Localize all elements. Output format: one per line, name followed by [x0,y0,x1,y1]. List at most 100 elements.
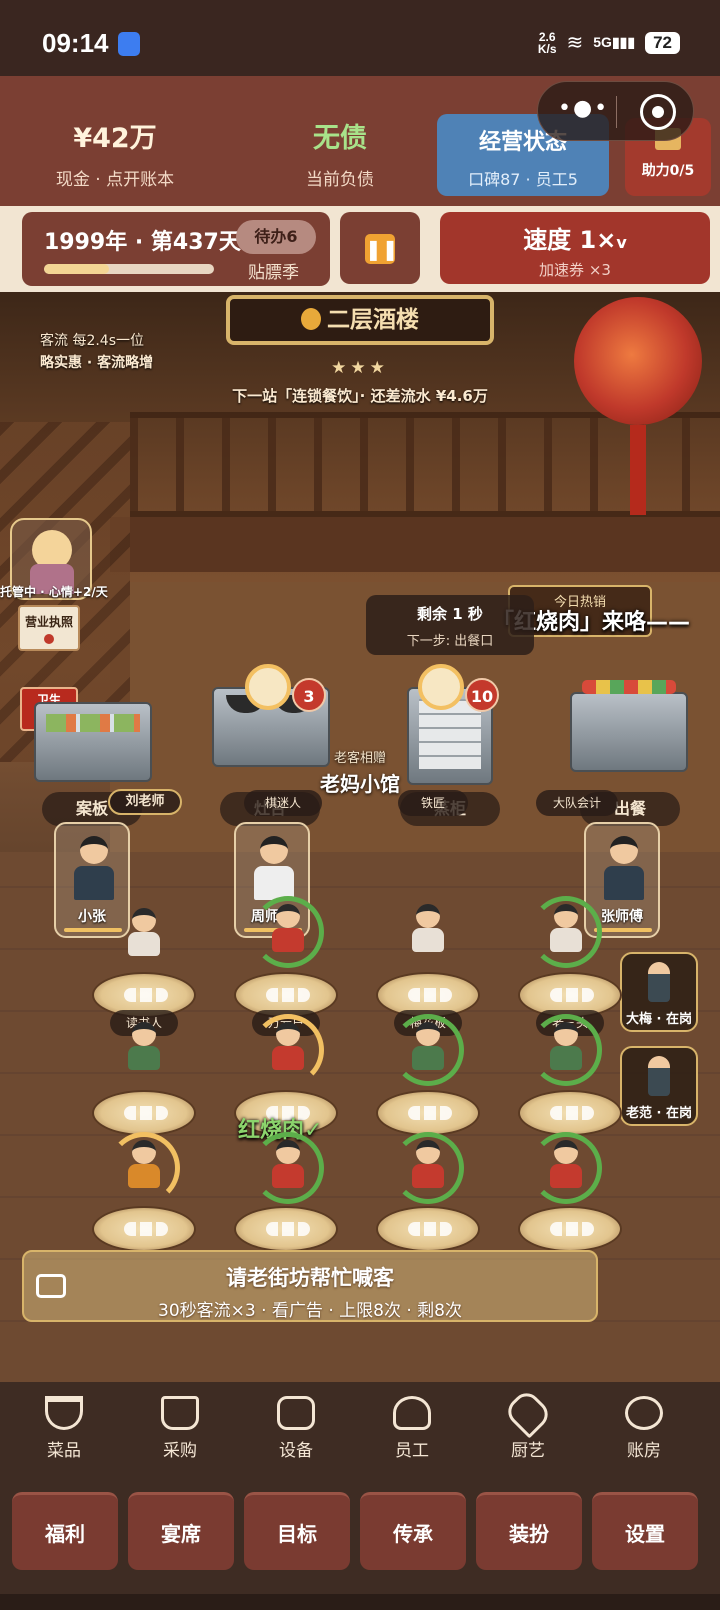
tab-equipment[interactable]: 设备 [238,1390,354,1470]
staff-body [254,866,294,900]
tab-cooking-skill[interactable]: 厨艺 [470,1387,586,1470]
goals-button[interactable]: 目标 [244,1492,350,1570]
speed-button[interactable]: 速度 1×v 加速券 ×3 [440,212,710,284]
staff-body [604,866,644,900]
guest-head [132,1022,156,1046]
business-license[interactable]: 营业执照 [18,605,80,651]
more-icon[interactable]: •●• [558,96,609,121]
chef-label-4: 大队会计 [536,790,618,816]
bottom-nav: 菜品 采购 设备 员工 厨艺 账房 福利 宴席 目标 传承 装扮 设置 [0,1382,720,1610]
status-bar: 09:14 2.6 K/s ≋ 5G▮▮▮ 72 [0,0,720,76]
guest[interactable] [124,908,164,958]
tab-label: 菜品 [47,1441,81,1461]
inheritance-button[interactable]: 传承 [360,1492,466,1570]
cutting-board-station[interactable] [34,702,152,782]
dining-table[interactable] [376,1090,480,1136]
debt-stat[interactable]: 无债 当前负债 [280,116,400,190]
season-label: 贴膘季 [248,263,299,283]
pause-button[interactable]: ❚❚ [340,212,420,284]
call-customers-ad-button[interactable]: 请老街坊帮忙喊客 30秒客流×3 · 看广告 · 上限8次 · 剩8次 [22,1250,598,1322]
guest-body [550,1164,582,1188]
guest[interactable] [408,1022,448,1072]
floor-beam [110,517,720,572]
tab-label: 账房 [627,1441,661,1461]
banquet-button[interactable]: 宴席 [128,1492,234,1570]
dining-table[interactable] [376,1206,480,1252]
guest-body [550,1046,582,1070]
guest[interactable] [408,904,448,954]
bowl-icon [45,1396,83,1430]
staff-head [80,836,108,864]
todo-badge[interactable]: 待办6 [236,220,316,254]
guest-body [272,928,304,952]
tab-label: 设备 [279,1441,313,1461]
speed-value: 速度 1× [523,226,617,254]
basket-icon [161,1396,199,1430]
guest[interactable] [546,1022,586,1072]
guest-body [272,1164,304,1188]
guest[interactable] [268,1140,308,1190]
tab-label: 厨艺 [511,1441,545,1461]
chef-label-2: 棋迷人 [244,790,322,816]
license-label: 营业执照 [24,615,73,629]
guest[interactable] [268,1022,308,1072]
on-duty-staff[interactable]: 大梅 · 在岗 [620,952,698,1032]
dining-table[interactable] [518,1206,622,1252]
settings-button[interactable]: 设置 [592,1492,698,1570]
business-status-detail: 口碑87 · 员工5 [468,170,578,189]
signal-icon: 5G▮▮▮ [593,34,636,50]
steamer-queue-badge: 10 [465,678,499,712]
guest[interactable] [546,904,586,954]
tab-label: 员工 [395,1441,429,1461]
notification-app-icon [118,32,140,56]
wifi-icon: ≋ [566,32,584,54]
restaurant-name: 二层酒楼 [327,307,419,333]
capsule-divider [616,96,617,128]
on-duty-staff[interactable]: 老范 · 在岗 [620,1046,698,1126]
dining-table[interactable] [518,1090,622,1136]
tab-staff[interactable]: 员工 [354,1390,470,1470]
staff-stamina-bar [64,928,122,932]
chef-icon [393,1396,431,1430]
guest-head [276,1140,300,1164]
resource-header: ¥42万 现金 · 点开账本 无债 当前负债 经营状态 口碑87 · 员工5 助… [0,76,720,206]
help-label: 助力0/5 [641,163,695,179]
tab-dishes[interactable]: 菜品 [6,1390,122,1470]
guest-head [554,1022,578,1046]
restaurant-plaque[interactable]: 二层酒楼 [226,295,494,345]
game-date: 1999年 · 第437天 [44,230,241,255]
next-step: 下一步: 出餐口 [406,634,494,649]
tab-purchase[interactable]: 采购 [122,1390,238,1470]
decor-button[interactable]: 装扮 [476,1492,582,1570]
staff-body [74,866,114,900]
debt-label: 当前负债 [306,170,374,190]
guest[interactable] [124,1140,164,1190]
wok-queue-badge: 3 [292,678,326,712]
signal-label: 5G [593,34,612,50]
guest[interactable] [546,1140,586,1190]
guest-head [416,1022,440,1046]
net-speed: 2.6 K/s [538,31,557,55]
guest-body [128,1046,160,1070]
dining-table[interactable] [92,1206,196,1252]
gift-signboard[interactable]: 老客相赠 老妈小馆 [300,747,420,797]
cash-stat[interactable]: ¥42万 现金 · 点开账本 [40,116,190,190]
dining-table[interactable] [234,1206,338,1252]
tab-accounts[interactable]: 账房 [586,1390,702,1470]
guest-head [132,1140,156,1164]
dining-table[interactable] [92,1090,196,1136]
guest[interactable] [408,1140,448,1190]
speed-caret: v [616,233,627,252]
net-speed-unit: K/s [537,41,557,56]
guest-body [272,1046,304,1070]
welfare-button[interactable]: 福利 [12,1492,118,1570]
guest[interactable] [124,1022,164,1072]
staff-card[interactable]: 小张 [54,822,130,938]
guest[interactable] [268,904,308,954]
battery-icon: 72 [645,31,680,54]
close-target-icon[interactable] [640,94,676,130]
net-speed-value: 2.6 [538,29,556,44]
date-panel[interactable]: 1999年 · 第437天 待办6 贴膘季 [22,212,330,286]
debt-value: 无债 [313,123,367,154]
serving-station[interactable] [570,680,688,772]
